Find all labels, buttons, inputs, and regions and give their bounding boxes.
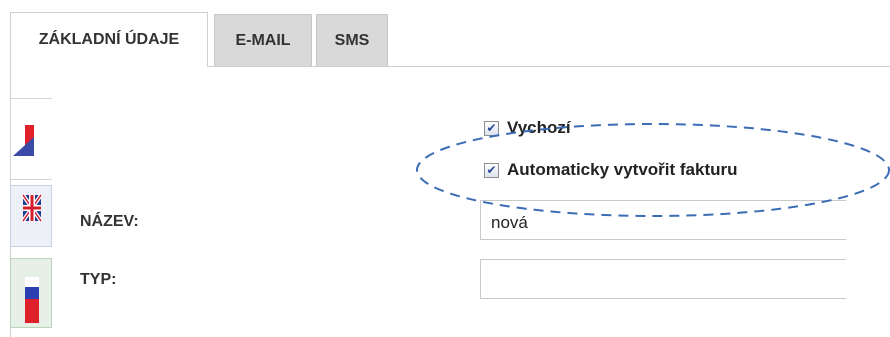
- auto-invoice-checkbox-label: Automaticky vytvořit fakturu: [507, 160, 738, 179]
- type-label: TYP:: [80, 271, 117, 288]
- tab-sms[interactable]: SMS: [316, 14, 388, 66]
- default-checkbox-label: Vychozí: [507, 118, 571, 137]
- type-input[interactable]: [480, 259, 846, 299]
- name-input[interactable]: nová: [480, 200, 846, 240]
- auto-invoice-checkbox[interactable]: ✔: [484, 162, 499, 178]
- language-tab-ru[interactable]: [10, 258, 52, 328]
- ru-flag-icon: [25, 277, 39, 323]
- language-tab-cz[interactable]: [10, 98, 52, 180]
- uk-flag-icon: [21, 193, 43, 223]
- language-tab-en[interactable]: [10, 185, 52, 247]
- tab-basic-info[interactable]: ZÁKLADNÍ ÚDAJE: [10, 12, 208, 67]
- name-label: NÁZEV:: [80, 213, 139, 230]
- tab-bar: ZÁKLADNÍ ÚDAJE E-MAIL SMS: [0, 0, 890, 67]
- default-checkbox[interactable]: ✔: [484, 120, 499, 136]
- cz-flag-icon: [13, 125, 34, 156]
- default-checkbox-row[interactable]: ✔ Vychozí: [484, 118, 571, 138]
- tab-email[interactable]: E-MAIL: [214, 14, 312, 66]
- auto-invoice-checkbox-row[interactable]: ✔ Automaticky vytvořit fakturu: [484, 160, 738, 180]
